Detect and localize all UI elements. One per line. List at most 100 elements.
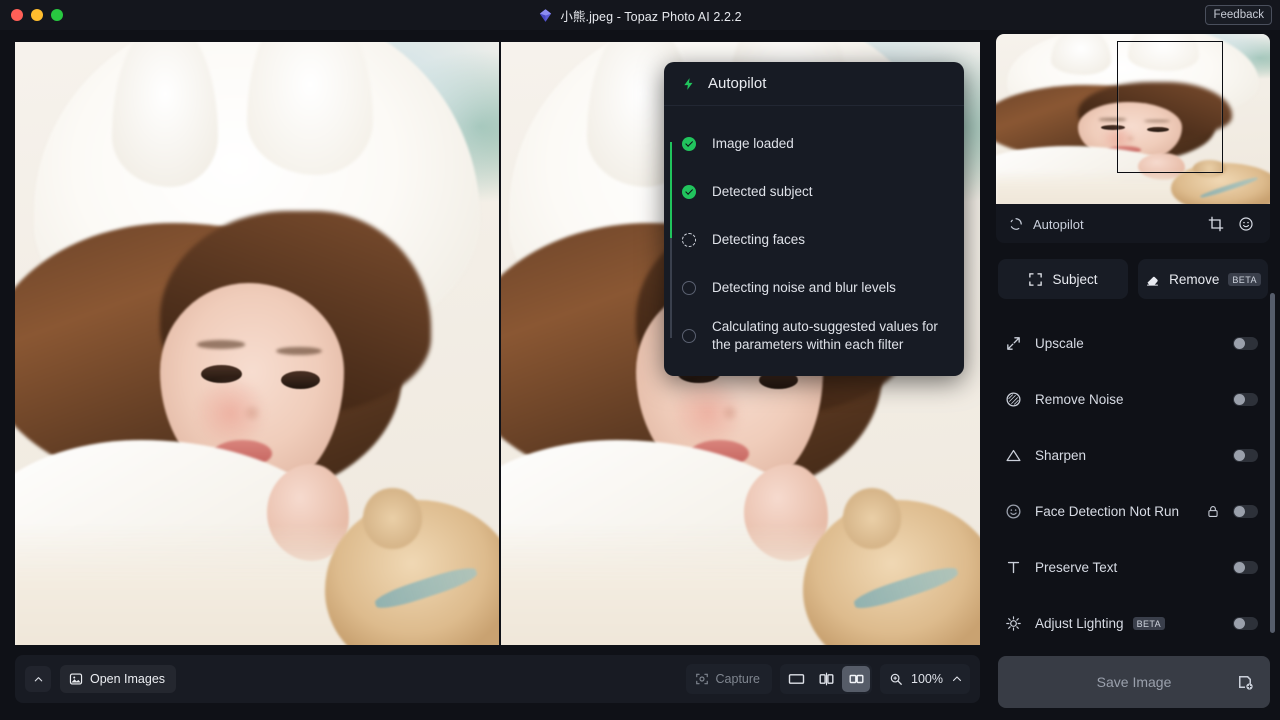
- right-sidebar: Autopilot Subject Remove BETA Upscale Re…: [990, 30, 1280, 720]
- filter-label-text: Preserve Text: [1035, 559, 1118, 575]
- two-panes-icon: [849, 674, 863, 684]
- autopilot-step: Image loaded: [682, 120, 946, 168]
- window-title: 小熊.jpeg - Topaz Photo AI 2.2.2: [560, 9, 742, 24]
- autopilot-steps: Image loaded Detected subject Detecting …: [664, 106, 964, 376]
- beta-badge: BETA: [1132, 616, 1166, 630]
- remove-label: Remove: [1169, 271, 1220, 287]
- beta-badge: BETA: [1228, 272, 1261, 286]
- save-image-label: Save Image: [1096, 674, 1172, 690]
- autopilot-step: Detecting noise and blur levels: [682, 264, 946, 312]
- window-controls[interactable]: [0, 9, 63, 21]
- filter-row-adjust-lighting[interactable]: Adjust Lighting BETA: [998, 595, 1268, 650]
- filter-row-preserve-text[interactable]: Preserve Text: [998, 539, 1268, 595]
- autopilot-step: Calculating auto-suggested values for th…: [682, 312, 946, 360]
- canvas-area[interactable]: Autopilot Image loaded Detected subject …: [15, 42, 980, 645]
- adjust-lighting-toggle[interactable]: [1233, 616, 1258, 630]
- autopilot-popup: Autopilot Image loaded Detected subject …: [664, 62, 964, 376]
- filters-panel: Subject Remove BETA Upscale Remove Noise…: [990, 243, 1280, 650]
- preserve-text-toggle[interactable]: [1233, 560, 1258, 574]
- minimize-button[interactable]: [31, 9, 43, 21]
- spinner-icon: [1010, 218, 1022, 230]
- filter-row-sharpen[interactable]: Sharpen: [998, 427, 1268, 483]
- filter-row-upscale[interactable]: Upscale: [998, 315, 1268, 371]
- eraser-icon: [1147, 276, 1159, 286]
- zoom-control[interactable]: 100%: [880, 664, 970, 694]
- step-status-pending-icon: [682, 329, 696, 343]
- window-title-group: 小熊.jpeg - Topaz Photo AI 2.2.2: [0, 0, 1280, 30]
- autopilot-status-bar: Autopilot: [996, 204, 1270, 243]
- open-images-button[interactable]: Open Images: [60, 665, 177, 693]
- zoom-level-value: 100%: [911, 672, 943, 686]
- filter-label-text: Adjust Lighting: [1035, 615, 1124, 631]
- sharpen-toggle[interactable]: [1233, 448, 1258, 462]
- autopilot-step-label: Image loaded: [712, 135, 794, 151]
- original-photo: [15, 42, 499, 645]
- upscale-arrows-icon: [1004, 335, 1022, 352]
- subject-frame-icon: [1029, 273, 1043, 286]
- remove-noise-toggle[interactable]: [1233, 392, 1258, 406]
- filter-row-face-detection[interactable]: Face Detection Not Run: [998, 483, 1268, 539]
- filter-label: Adjust Lighting BETA: [1035, 616, 1220, 631]
- autopilot-step-label: Detected subject: [712, 183, 813, 199]
- lightning-bolt-icon: [684, 77, 693, 90]
- filter-label: Preserve Text: [1035, 560, 1220, 575]
- feedback-button[interactable]: Feedback: [1205, 5, 1272, 25]
- step-status-done-icon: [682, 185, 696, 199]
- navigator-preview[interactable]: [996, 34, 1270, 204]
- rectangle-icon: [788, 674, 804, 684]
- close-button[interactable]: [11, 9, 23, 21]
- capture-button[interactable]: Capture: [685, 664, 772, 694]
- upscale-toggle[interactable]: [1233, 336, 1258, 350]
- original-image-pane[interactable]: [15, 42, 499, 645]
- view-mode-group: [780, 664, 872, 694]
- subject-button[interactable]: Subject: [998, 259, 1128, 300]
- split-compare-icon: [819, 672, 833, 686]
- sidebar-scrollbar[interactable]: [1270, 293, 1275, 634]
- app-body: Autopilot Image loaded Detected subject …: [0, 30, 1280, 720]
- lock-icon: [1208, 505, 1218, 517]
- open-images-label: Open Images: [90, 672, 166, 686]
- toolbar-left-group: Open Images: [25, 665, 177, 693]
- image-icon: [69, 673, 83, 685]
- toolbar-right-group: Capture 100%: [685, 664, 970, 694]
- view-mode-single-button[interactable]: [782, 666, 810, 692]
- capture-label: Capture: [715, 672, 760, 686]
- autopilot-step-label: Calculating auto-suggested values for th…: [712, 318, 938, 352]
- topaz-photo-ai-window: 小熊.jpeg - Topaz Photo AI 2.2.2 Feedback: [0, 0, 1280, 720]
- titlebar: 小熊.jpeg - Topaz Photo AI 2.2.2 Feedback: [0, 0, 1280, 30]
- face-detection-toggle[interactable]: [1233, 504, 1258, 518]
- filter-label: Sharpen: [1035, 448, 1220, 463]
- remove-button[interactable]: Remove BETA: [1138, 259, 1268, 300]
- maximize-button[interactable]: [51, 9, 63, 21]
- noise-circle-icon: [1004, 391, 1022, 408]
- crop-icon[interactable]: [1206, 214, 1226, 234]
- save-image-button[interactable]: Save Image: [998, 656, 1270, 708]
- view-mode-split-button[interactable]: [812, 666, 840, 692]
- capture-icon: [695, 673, 708, 685]
- autopilot-popup-header: Autopilot: [664, 62, 964, 106]
- preview-card: Autopilot: [996, 34, 1270, 244]
- save-section: Save Image: [990, 650, 1280, 720]
- sun-icon: [1004, 615, 1022, 632]
- navigator-viewport-rect[interactable]: [1117, 41, 1223, 173]
- step-status-done-icon: [682, 137, 696, 151]
- mode-button-row: Subject Remove BETA: [998, 259, 1268, 300]
- view-mode-side-by-side-button[interactable]: [842, 666, 870, 692]
- filter-label-text: Sharpen: [1035, 447, 1087, 463]
- filter-label: Face Detection Not Run: [1035, 504, 1193, 519]
- chevron-up-icon[interactable]: [951, 673, 963, 685]
- filter-row-remove-noise[interactable]: Remove Noise: [998, 371, 1268, 427]
- text-t-icon: [1004, 559, 1022, 576]
- filter-label-text: Upscale: [1035, 335, 1084, 351]
- autopilot-status-label: Autopilot: [1033, 216, 1084, 232]
- subject-label: Subject: [1052, 271, 1098, 287]
- filter-label: Remove Noise: [1035, 392, 1220, 407]
- autopilot-step-label: Detecting faces: [712, 231, 806, 247]
- smiley-icon: [1004, 503, 1022, 520]
- smiley-icon[interactable]: [1236, 214, 1256, 234]
- gem-icon: [540, 8, 552, 22]
- bottom-toolbar: Open Images Capture 100%: [15, 655, 980, 703]
- autopilot-step: Detecting faces: [682, 216, 946, 264]
- filter-label: Upscale: [1035, 336, 1220, 351]
- filmstrip-collapse-button[interactable]: [25, 666, 51, 692]
